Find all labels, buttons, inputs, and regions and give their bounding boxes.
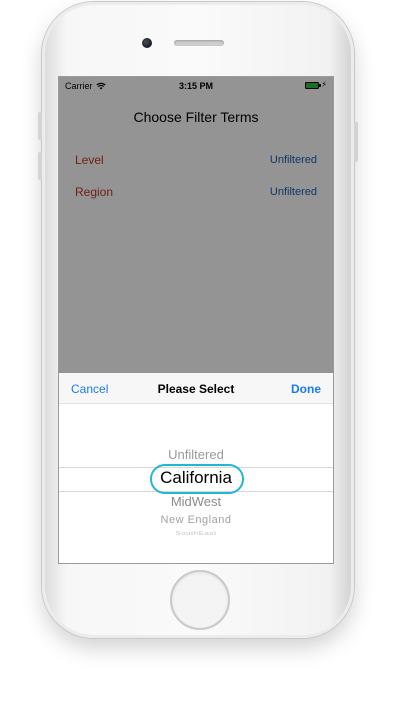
picker-option-selected[interactable]: California xyxy=(59,468,333,488)
home-button[interactable] xyxy=(170,570,230,630)
volume-button xyxy=(38,152,42,180)
picker-option[interactable]: MidWest xyxy=(59,494,333,509)
speaker-grill xyxy=(174,40,224,46)
picker-option[interactable]: New England xyxy=(59,514,333,526)
volume-button xyxy=(38,112,42,140)
picker-option[interactable]: SouthEast xyxy=(59,530,333,536)
stage: Carrier 3:15 PM ⚡ Choose Filter Terms Le… xyxy=(0,0,400,702)
picker-sheet: Cancel Please Select Done Unfiltered Cal… xyxy=(59,373,333,563)
app-screen: Carrier 3:15 PM ⚡ Choose Filter Terms Le… xyxy=(58,76,334,564)
power-button xyxy=(354,122,358,162)
camera-icon xyxy=(142,38,152,48)
picker-option[interactable]: Unfiltered xyxy=(59,447,333,462)
picker-toolbar: Cancel Please Select Done xyxy=(59,373,333,404)
selection-line-bottom xyxy=(59,491,333,492)
picker-wheel[interactable]: Unfiltered California MidWest New Englan… xyxy=(59,403,333,563)
done-button[interactable]: Done xyxy=(291,382,321,396)
